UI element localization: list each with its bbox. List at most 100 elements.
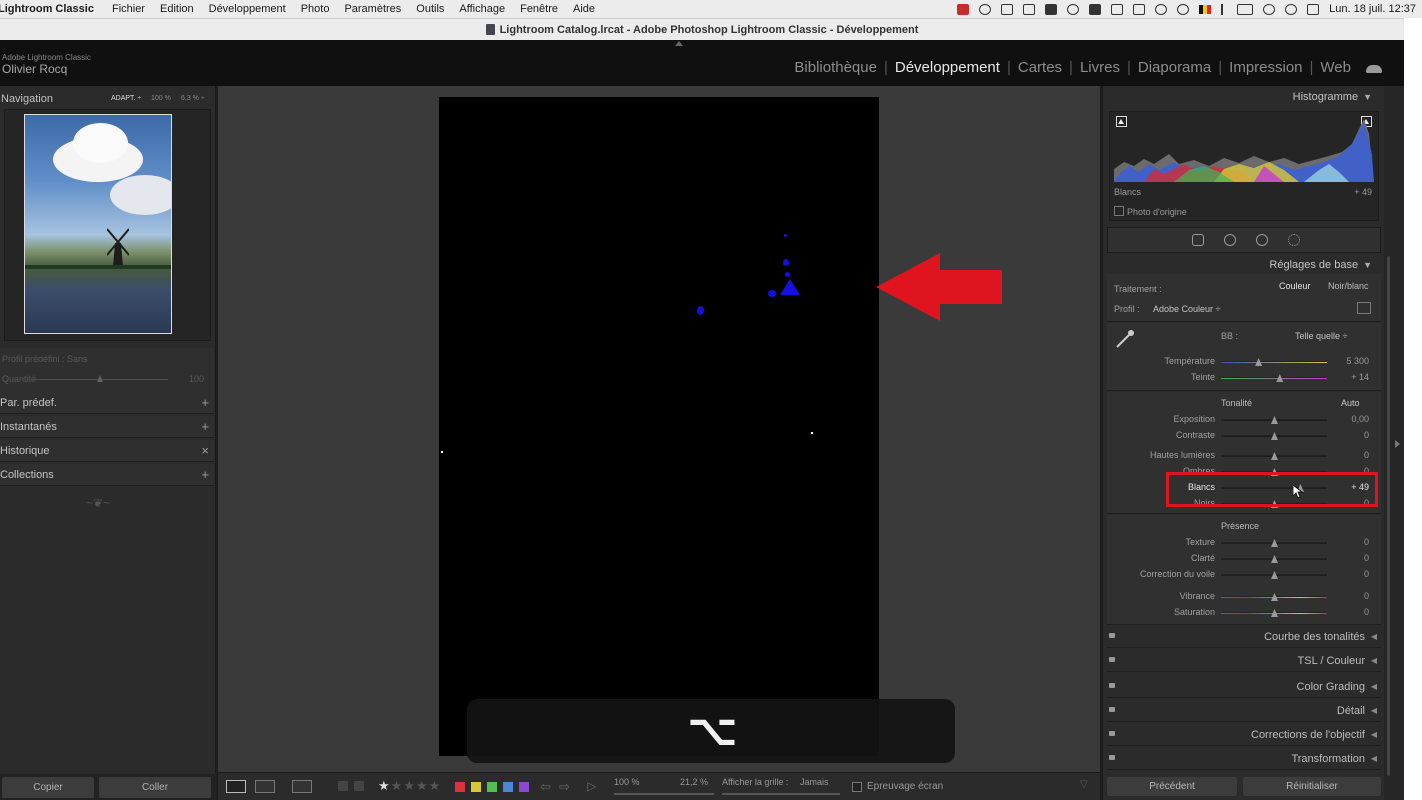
navigator-header[interactable]: Navigation ADAPT. ÷ 100 % 6,3 % ÷: [0, 88, 216, 110]
binoculars-icon[interactable]: [1089, 3, 1102, 15]
spot-removal-icon[interactable]: [1224, 234, 1236, 246]
treatment-color[interactable]: Couleur: [1279, 281, 1311, 291]
show-original-checkbox[interactable]: Photo d'origine: [1114, 206, 1187, 217]
top-panel-toggle-icon[interactable]: [675, 41, 683, 46]
panel-history[interactable]: Historique ×: [0, 440, 214, 462]
panel-transformation[interactable]: Transformation ◀: [1107, 748, 1381, 770]
add-snapshot-icon[interactable]: +: [201, 416, 209, 438]
panel-snapshots[interactable]: Instantanés +: [0, 416, 214, 438]
basic-panel-header[interactable]: Réglages de base ▼: [1269, 259, 1372, 271]
volume-icon[interactable]: [1155, 3, 1168, 15]
exposition-value[interactable]: 0,00: [1329, 414, 1369, 424]
color-label-blue[interactable]: [503, 782, 513, 792]
treatment-bw[interactable]: Noir/blanc: [1328, 281, 1369, 291]
app-menu[interactable]: Lightroom Classic: [0, 3, 94, 15]
photo-clipping-preview[interactable]: [439, 97, 879, 756]
before-after-icon[interactable]: [255, 780, 275, 793]
message-icon[interactable]: [1133, 3, 1146, 15]
eyedropper-icon[interactable]: [1114, 328, 1136, 350]
menu-outils[interactable]: Outils: [416, 3, 444, 15]
grid-slider[interactable]: [722, 793, 840, 795]
color-label-red[interactable]: [455, 782, 465, 792]
correction-du-voile-value[interactable]: 0: [1329, 569, 1369, 579]
control-center-icon[interactable]: [1307, 3, 1320, 15]
panel-corrections-de-l-objectif[interactable]: Corrections de l'objectif ◀: [1107, 724, 1381, 746]
contraste-value[interactable]: 0: [1329, 430, 1369, 440]
toolbar-menu-icon[interactable]: ▽: [1080, 779, 1088, 790]
zoom-100[interactable]: 100 %: [151, 88, 171, 110]
panel-tsl-couleur[interactable]: TSL / Couleur ◀: [1107, 650, 1381, 672]
reset-button[interactable]: Réinitialiser: [1243, 777, 1381, 796]
grid-dropdown[interactable]: Jamais: [800, 777, 829, 787]
red-eye-icon[interactable]: [1256, 234, 1268, 246]
module-print[interactable]: Impression: [1222, 59, 1309, 76]
temperature-slider[interactable]: [1221, 361, 1327, 363]
bluetooth-icon[interactable]: [1221, 3, 1227, 15]
panel-collections[interactable]: Collections +: [0, 464, 214, 486]
clear-history-icon[interactable]: ×: [201, 440, 209, 462]
histogram[interactable]: Blancs + 49 Photo d'origine: [1109, 111, 1379, 221]
soft-proof-checkbox[interactable]: [852, 782, 862, 792]
previous-button[interactable]: Précédent: [1107, 777, 1237, 796]
creative-cloud-icon[interactable]: [957, 3, 970, 15]
profile-browser-icon[interactable]: [1357, 302, 1371, 314]
color-label-yellow[interactable]: [471, 782, 481, 792]
panel-detail[interactable]: Détail ◀: [1107, 700, 1381, 722]
hautes-lumieres-value[interactable]: 0: [1329, 450, 1369, 460]
panel-switch-icon[interactable]: [1109, 657, 1115, 662]
panel-switch-icon[interactable]: [1109, 755, 1115, 760]
module-library[interactable]: Bibliothèque: [787, 59, 884, 76]
control-strip-icon[interactable]: [1111, 3, 1124, 15]
vibrance-value[interactable]: 0: [1329, 591, 1369, 601]
slideshow-play-icon[interactable]: ▷: [587, 779, 596, 793]
screen-record-icon[interactable]: [1001, 3, 1014, 15]
next-photo-icon[interactable]: ⇨: [559, 779, 570, 795]
clock[interactable]: Lun. 18 juil. 12:37: [1329, 3, 1416, 15]
flag-icon[interactable]: [338, 781, 348, 791]
module-develop[interactable]: Développement: [888, 59, 1007, 76]
star-rating[interactable]: ★★★★★: [378, 778, 441, 794]
right-panel-scrollbar[interactable]: [1384, 86, 1404, 800]
teinte-slider[interactable]: [1221, 377, 1327, 379]
image-canvas[interactable]: ⌥: [218, 86, 1100, 772]
belgian-flag-icon[interactable]: [1199, 4, 1212, 14]
display-icon[interactable]: [1023, 3, 1036, 15]
panel-switch-icon[interactable]: [1109, 731, 1115, 736]
clarte-value[interactable]: 0: [1329, 553, 1369, 563]
auto-tone-button[interactable]: Auto: [1341, 398, 1360, 408]
module-web[interactable]: Web: [1313, 59, 1358, 76]
spotlight-icon[interactable]: [1285, 3, 1298, 15]
masking-icon[interactable]: [1288, 234, 1300, 246]
panel-switch-icon[interactable]: [1109, 633, 1115, 638]
wb-dropdown[interactable]: Telle quelle ÷: [1295, 331, 1347, 341]
wifi-icon[interactable]: [1263, 3, 1276, 15]
menu-edition[interactable]: Edition: [160, 3, 194, 15]
panel-courbe-des-tonalites[interactable]: Courbe des tonalités ◀: [1107, 626, 1381, 648]
zoom-custom[interactable]: 6,3 % ÷: [181, 88, 205, 110]
navigator-preview[interactable]: [4, 109, 211, 341]
previous-photo-icon[interactable]: ⇦: [540, 779, 551, 795]
teinte-value[interactable]: + 14: [1329, 372, 1369, 382]
clipboard-icon[interactable]: [1045, 3, 1058, 15]
menu-parametres[interactable]: Paramètres: [344, 3, 401, 15]
loupe-view-icon[interactable]: [226, 780, 246, 793]
add-preset-icon[interactable]: +: [201, 392, 209, 414]
panel-color-grading[interactable]: Color Grading ◀: [1107, 676, 1381, 698]
zoom-fit[interactable]: ADAPT. ÷: [111, 88, 141, 110]
panel-presets[interactable]: Par. prédef. +: [0, 392, 214, 414]
menu-photo[interactable]: Photo: [301, 3, 330, 15]
zoom-slider[interactable]: [614, 793, 714, 795]
menu-affichage[interactable]: Affichage: [459, 3, 505, 15]
module-book[interactable]: Livres: [1073, 59, 1127, 76]
temperature-value[interactable]: 5 300: [1329, 356, 1369, 366]
saturation-value[interactable]: 0: [1329, 607, 1369, 617]
module-map[interactable]: Cartes: [1011, 59, 1069, 76]
menu-aide[interactable]: Aide: [573, 3, 595, 15]
color-label-purple[interactable]: [519, 782, 529, 792]
add-collection-icon[interactable]: +: [201, 464, 209, 486]
menu-fichier[interactable]: Fichier: [112, 3, 145, 15]
panel-switch-icon[interactable]: [1109, 707, 1115, 712]
time-machine-icon[interactable]: [1067, 3, 1080, 15]
sync-icon[interactable]: [979, 3, 992, 15]
profile-dropdown[interactable]: Adobe Couleur ÷: [1153, 304, 1220, 314]
